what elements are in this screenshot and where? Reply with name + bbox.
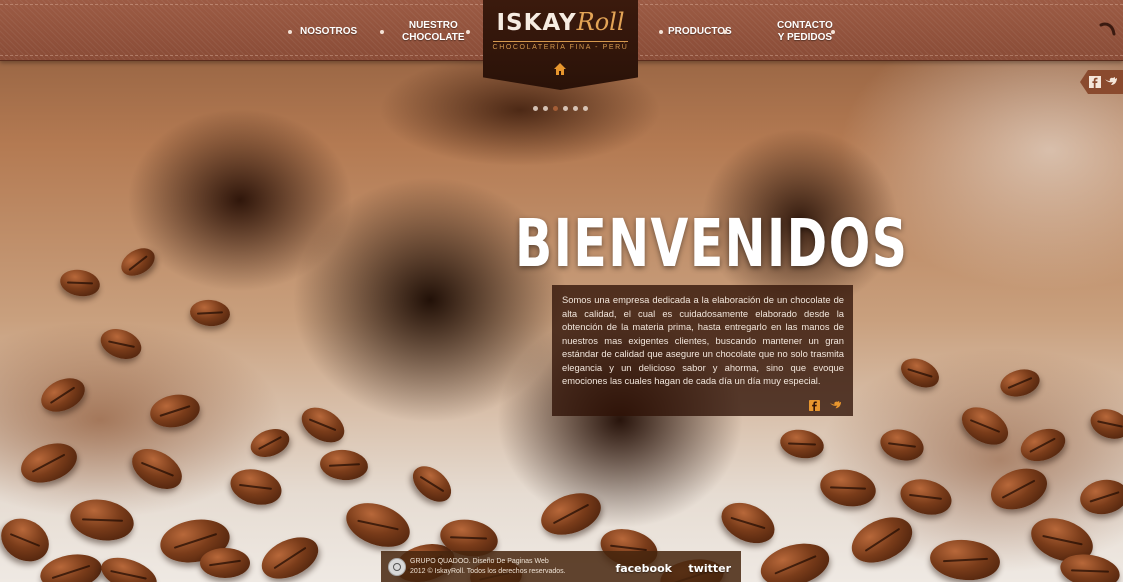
slider-dot[interactable] bbox=[543, 106, 548, 111]
coffee-bean bbox=[1086, 404, 1123, 444]
hero-heading: BIENVENIDOS bbox=[515, 205, 909, 282]
intro-panel: Somos una empresa dedicada a la elaborac… bbox=[552, 285, 853, 416]
coffee-bean bbox=[340, 494, 416, 556]
slider-pagination bbox=[533, 98, 593, 111]
nav-item-contacto-pedidos[interactable]: CONTACTO Y PEDIDOS bbox=[777, 20, 833, 44]
coffee-bean bbox=[58, 266, 102, 300]
coffee-bean bbox=[1077, 476, 1123, 518]
coffee-bean bbox=[125, 440, 189, 498]
coffee-bean bbox=[817, 465, 879, 511]
coffee-bean bbox=[116, 242, 160, 282]
nav-item-nuestro-chocolate[interactable]: NUESTRO CHOCOLATE bbox=[402, 20, 465, 44]
coffee-bean bbox=[96, 550, 162, 582]
coffee-bean bbox=[756, 536, 834, 582]
nav-bullet bbox=[466, 30, 470, 34]
panel-social-icons bbox=[808, 397, 843, 412]
hero-background: NOSOTROS NUESTRO CHOCOLATE PRODUCTOS CON… bbox=[0, 0, 1123, 582]
coffee-bean bbox=[928, 537, 1002, 582]
twitter-icon[interactable] bbox=[1104, 76, 1118, 88]
coffee-bean bbox=[318, 447, 370, 483]
coffee-bean bbox=[96, 323, 146, 365]
logo[interactable]: ISKAYRoll CHOCOLATERÍA FINA - PERÚ bbox=[483, 0, 638, 90]
coffee-bean bbox=[406, 459, 458, 509]
social-side-tab bbox=[1080, 70, 1123, 94]
coffee-bean bbox=[876, 424, 928, 466]
coffee-bean bbox=[35, 371, 91, 419]
coffee-bean bbox=[246, 423, 294, 463]
coffee-bean bbox=[896, 473, 956, 521]
coffee-bean bbox=[985, 461, 1053, 517]
nav-bullet bbox=[380, 30, 384, 34]
slider-dot[interactable] bbox=[553, 106, 558, 111]
coffee-bean bbox=[535, 485, 607, 543]
footer-credit-line-1: GRUPO QUADOO. Diseño De Paginas Web bbox=[410, 558, 549, 565]
home-icon[interactable] bbox=[553, 62, 567, 76]
intro-text: Somos una empresa dedicada a la elaborac… bbox=[562, 294, 844, 386]
coffee-bean bbox=[955, 399, 1015, 453]
slider-dot[interactable] bbox=[533, 106, 538, 111]
coffee-bean bbox=[896, 352, 944, 394]
coffee-bean bbox=[997, 365, 1043, 401]
facebook-icon[interactable] bbox=[1089, 76, 1101, 88]
coffee-bean bbox=[777, 426, 827, 462]
footer-bar: GRUPO QUADOO. Diseño De Paginas Web 2012… bbox=[381, 551, 741, 582]
slider-dot[interactable] bbox=[563, 106, 568, 111]
footer-social-links: facebook twitter bbox=[603, 559, 731, 577]
slider-dot[interactable] bbox=[583, 106, 588, 111]
coffee-bean bbox=[0, 510, 57, 570]
logo-wordmark: ISKAYRoll bbox=[483, 8, 638, 36]
twitter-icon[interactable] bbox=[828, 400, 843, 411]
coffee-bean bbox=[200, 548, 250, 578]
nav-bullet bbox=[288, 30, 292, 34]
coffee-bean bbox=[37, 549, 105, 582]
logo-script-text: Roll bbox=[576, 8, 625, 36]
coffee-bean bbox=[295, 400, 351, 450]
footer-credits: GRUPO QUADOO. Diseño De Paginas Web 2012… bbox=[410, 557, 566, 577]
facebook-icon[interactable] bbox=[808, 400, 820, 412]
coffee-bean bbox=[844, 508, 920, 572]
footer-twitter-link[interactable]: twitter bbox=[688, 562, 731, 575]
slider-dot[interactable] bbox=[573, 106, 578, 111]
nav-item-nosotros[interactable]: NOSOTROS bbox=[300, 26, 357, 38]
coffee-bean bbox=[188, 298, 232, 328]
quadoo-logo-icon[interactable] bbox=[388, 558, 406, 576]
nav-bullet bbox=[831, 30, 835, 34]
nav-bullet bbox=[659, 30, 663, 34]
logo-subtitle: CHOCOLATERÍA FINA - PERÚ bbox=[492, 44, 629, 51]
coffee-bean bbox=[15, 436, 83, 490]
logo-main-text: ISKAY bbox=[496, 10, 577, 36]
coffee-bean bbox=[1016, 423, 1070, 467]
coffee-bean bbox=[715, 494, 781, 552]
coffee-bean bbox=[255, 529, 325, 582]
coffee-bean bbox=[147, 390, 203, 432]
logo-rule bbox=[493, 41, 628, 42]
corner-swirl-icon bbox=[1099, 22, 1116, 36]
coffee-bean bbox=[226, 463, 286, 511]
footer-facebook-link[interactable]: facebook bbox=[615, 562, 672, 575]
footer-credit-line-2: 2012 © IskayRoll. Todos los derechos res… bbox=[410, 568, 566, 575]
nav-bullet bbox=[723, 30, 727, 34]
coffee-bean bbox=[67, 494, 137, 546]
